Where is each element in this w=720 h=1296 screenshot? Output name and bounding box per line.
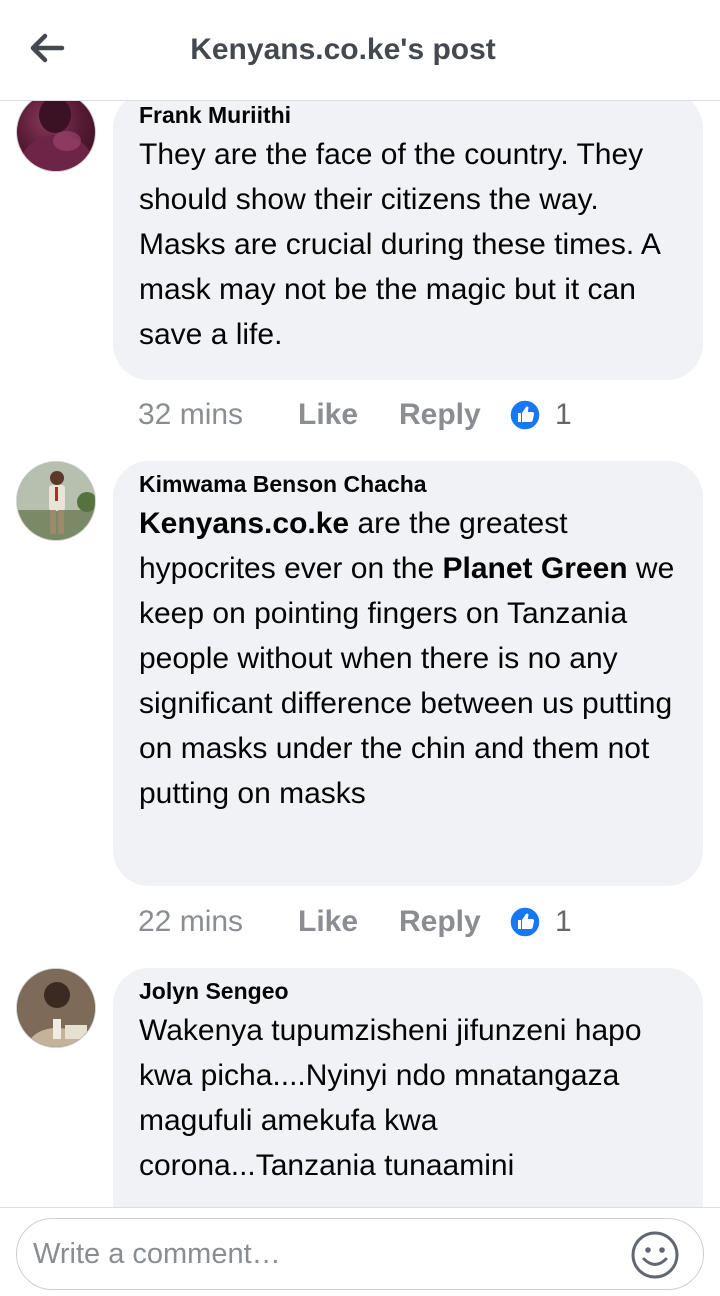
comment-author[interactable]: Jolyn Sengeo <box>139 976 679 1006</box>
comment-text-part: we keep on pointing fingers on Tanzania … <box>139 552 675 810</box>
comment-composer <box>0 1207 720 1296</box>
avatar-image <box>17 462 95 540</box>
reaction-count: 1 <box>555 398 572 431</box>
comment-text: Kenyans.co.ke are the greatest hypocrite… <box>139 501 679 816</box>
comment-actions: 22 mins Like Reply 1 <box>138 900 572 944</box>
mention-link[interactable]: Planet Green <box>443 552 628 585</box>
avatar-image <box>21 101 93 171</box>
reaction-count: 1 <box>555 905 572 938</box>
like-button[interactable]: Like <box>298 398 399 432</box>
avatar[interactable] <box>16 461 96 541</box>
comment-text: Wakenya tupumzisheni jifunzeni hapo kwa … <box>139 1014 642 1182</box>
comment-actions: 32 mins Like Reply 1 <box>138 393 572 437</box>
thumbs-up-icon[interactable] <box>509 906 541 938</box>
comment-bubble: Jolyn Sengeo Wakenya tupumzisheni jifunz… <box>113 968 703 1207</box>
thumbs-up-icon[interactable] <box>509 399 541 431</box>
reply-button[interactable]: Reply <box>399 398 509 432</box>
smiley-icon[interactable] <box>630 1230 680 1280</box>
comment-list: Frank Muriithi They are the face of the … <box>0 101 720 1207</box>
page-title: Kenyans.co.ke's post <box>190 33 496 66</box>
comment-timestamp: 22 mins <box>138 905 244 938</box>
top-bar: Kenyans.co.ke's post <box>0 0 720 101</box>
comment-author[interactable]: Frank Muriithi <box>139 101 679 130</box>
reply-button[interactable]: Reply <box>399 905 509 939</box>
avatar[interactable] <box>16 968 96 1048</box>
comment-author[interactable]: Kimwama Benson Chacha <box>139 469 679 499</box>
comment-timestamp: 32 mins <box>138 398 244 431</box>
comment-input[interactable] <box>16 1218 704 1290</box>
like-button[interactable]: Like <box>298 905 399 939</box>
comment-bubble: Frank Muriithi They are the face of the … <box>113 101 703 380</box>
comment-text: They are the face of the country. They s… <box>139 138 660 351</box>
avatar-image <box>17 969 95 1047</box>
avatar[interactable] <box>16 101 96 172</box>
mention-link[interactable]: Kenyans.co.ke <box>139 507 349 540</box>
post-comments-screen: Kenyans.co.ke's post Frank Muriithi They… <box>0 0 720 1296</box>
comment-bubble: Kimwama Benson Chacha Kenyans.co.ke are … <box>113 461 703 886</box>
